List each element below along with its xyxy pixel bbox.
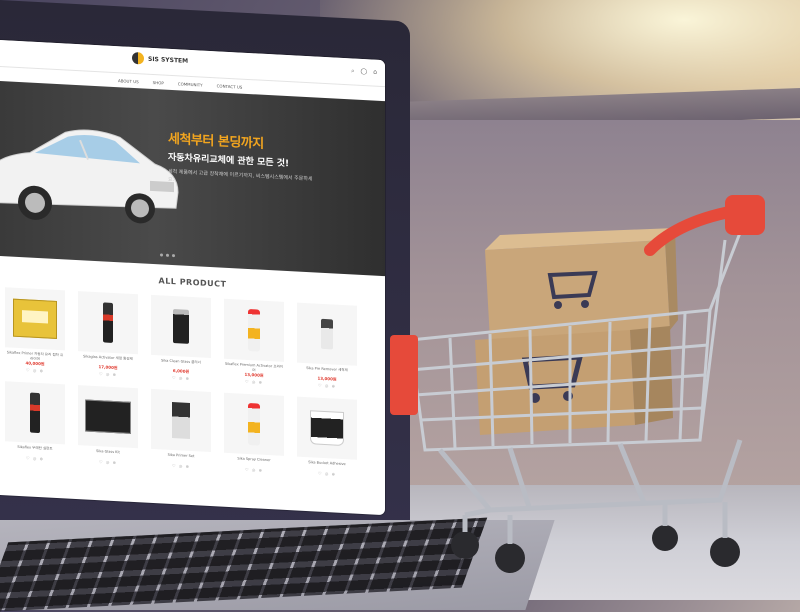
hero-description: 세척 제품에서 고급 장착재에 이르기까지, 씨스템시스템에서 주문하세요. — [168, 168, 313, 184]
product-image — [310, 410, 344, 447]
product-action-icons[interactable]: ♡ ◎ ⊕ — [318, 383, 336, 389]
product-card[interactable]: Sika Primer Set ♡ ◎ ⊕ — [150, 388, 212, 470]
nav-item-community[interactable]: COMMUNITY — [178, 81, 203, 87]
product-card[interactable]: Sika Spray Cleaner ♡ ◎ ⊕ — [223, 392, 285, 474]
carousel-dots[interactable] — [160, 253, 175, 258]
product-thumbnail[interactable] — [297, 396, 357, 460]
product-image — [248, 402, 260, 446]
hero-subtitle: 자동차유리교체에 관한 모든 것! — [168, 152, 290, 170]
cart-handle — [644, 195, 765, 256]
product-name[interactable]: Sika Glass Kit — [79, 448, 137, 459]
product-thumbnail[interactable] — [78, 291, 138, 355]
product-image — [30, 392, 40, 434]
product-card[interactable]: Sika Clean Glass 클리너 6,000원 ♡ ◎ ⊕ — [150, 294, 212, 382]
product-card[interactable]: Sika Glass Kit ♡ ◎ ⊕ — [77, 385, 139, 466]
product-grid: Sikaflex Primer 자동차 유리 접착 프라이머 40,000원 ♡ ◎… — [0, 287, 385, 479]
product-image — [103, 302, 113, 343]
product-action-icons[interactable]: ♡ ◎ ⊕ — [245, 467, 263, 473]
logo-text: SIS SYSTEM — [148, 55, 189, 65]
product-price: 6,000원 — [172, 368, 190, 374]
product-thumbnail[interactable] — [151, 388, 211, 453]
product-name[interactable]: Sikaglas Activator 세정 활성제 — [79, 354, 137, 365]
product-action-icons[interactable]: ♡ ◎ ⊕ — [26, 455, 44, 461]
site-logo[interactable]: SIS SYSTEM — [132, 51, 189, 67]
product-price: 13,000원 — [244, 371, 264, 378]
product-action-icons[interactable]: ♡ ◎ ⊕ — [318, 471, 336, 477]
product-image — [13, 298, 57, 339]
laptop-screen: SIS SYSTEM ⌕ ◯ ⌂ ABOUT US SHOP COMMUNITY… — [0, 40, 385, 516]
product-card[interactable]: Sika Bucket Adhesive ♡ ◎ ⊕ — [296, 396, 358, 478]
product-image — [172, 402, 190, 439]
product-action-icons[interactable]: ♡ ◎ ⊕ — [172, 463, 190, 469]
product-thumbnail[interactable] — [297, 302, 357, 366]
product-thumbnail[interactable] — [78, 385, 138, 449]
product-thumbnail[interactable] — [5, 287, 65, 351]
product-price: 40,000원 — [25, 360, 45, 367]
product-thumbnail[interactable] — [224, 392, 284, 456]
product-image — [173, 309, 189, 344]
product-name[interactable]: Sika Pre Remover 세척제 — [298, 366, 356, 377]
product-name[interactable]: Sika Bucket Adhesive — [298, 460, 356, 471]
product-name[interactable]: Sikaflex Primer 자동차 유리 접착 프라이머 — [6, 350, 64, 361]
product-card[interactable]: Sikaflex Primer 자동차 유리 접착 프라이머 40,000원 ♡ ◎… — [4, 287, 66, 374]
product-name[interactable]: Sika Clean Glass 클리너 — [152, 358, 210, 369]
product-thumbnail[interactable] — [5, 381, 65, 445]
user-icon[interactable]: ◯ — [360, 68, 367, 76]
product-card[interactable]: Sikaflex 우레탄 실런트 ♡ ◎ ⊕ — [4, 381, 66, 462]
product-name[interactable]: Sika Spray Cleaner — [225, 456, 283, 467]
product-thumbnail[interactable] — [151, 294, 211, 359]
product-card[interactable]: Sikaglas Activator 세정 활성제 17,000원 ♡ ◎ ⊕ — [77, 291, 139, 378]
product-image — [85, 399, 131, 434]
product-thumbnail[interactable] — [224, 298, 284, 362]
product-action-icons[interactable]: ♡ ◎ ⊕ — [99, 371, 117, 377]
nav-item-contact[interactable]: CONTACT US — [217, 83, 243, 89]
cart-wheels — [451, 502, 740, 573]
search-icon[interactable]: ⌕ — [351, 67, 354, 75]
cart-frame — [438, 439, 743, 518]
hero-banner[interactable]: 세척부터 본딩까지 자동차유리교체에 관한 모든 것! 세척 제품에서 고급 장… — [0, 81, 385, 277]
product-action-icons[interactable]: ♡ ◎ ⊕ — [26, 367, 44, 373]
cart-icon[interactable]: ⌂ — [373, 69, 377, 77]
logo-icon — [132, 51, 144, 65]
car-image — [0, 129, 179, 224]
product-name[interactable]: Sikaflex 우레탄 실런트 — [6, 444, 64, 455]
hero-title: 세척부터 본딩까지 — [168, 131, 264, 152]
product-action-icons[interactable]: ♡ ◎ ⊕ — [172, 375, 190, 381]
product-action-icons[interactable]: ♡ ◎ ⊕ — [99, 459, 117, 465]
product-name[interactable]: Sikaflex Premium Activator 프라이머 — [225, 362, 283, 373]
product-image — [321, 318, 333, 350]
nav-item-shop[interactable]: SHOP — [153, 80, 164, 86]
product-image — [248, 308, 260, 352]
product-card[interactable]: Sika Pre Remover 세척제 13,000원 ♡ ◎ ⊕ — [296, 302, 358, 390]
cart-front-bumper — [390, 335, 418, 415]
product-card[interactable]: Sikaflex Premium Activator 프라이머 13,000원 ♡ … — [223, 298, 285, 386]
product-price: 17,000원 — [98, 364, 118, 371]
shopping-cart-illustration — [390, 195, 765, 573]
product-name[interactable]: Sika Primer Set — [152, 452, 210, 463]
product-price: 13,000원 — [317, 375, 337, 382]
header-icons: ⌕ ◯ ⌂ — [351, 67, 377, 76]
product-action-icons[interactable]: ♡ ◎ ⊕ — [245, 379, 263, 385]
nav-item-about[interactable]: ABOUT US — [118, 78, 139, 84]
